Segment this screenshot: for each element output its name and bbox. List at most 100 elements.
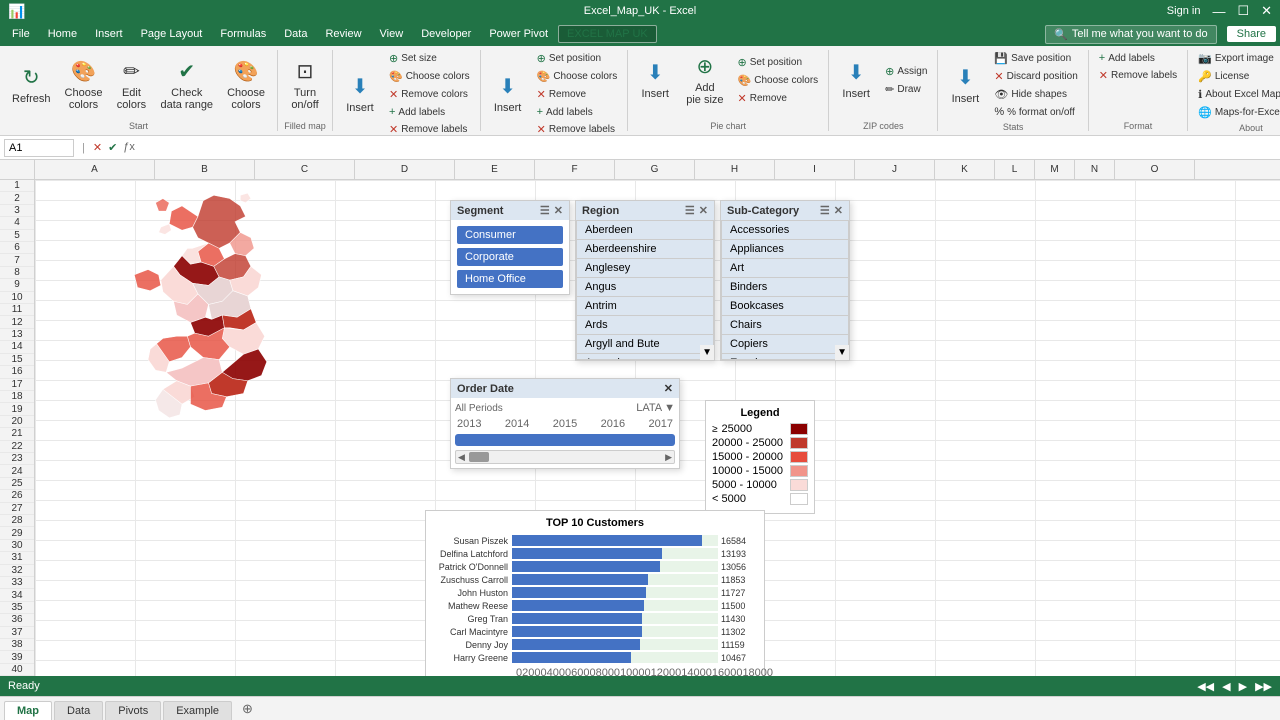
menu-formulas[interactable]: Formulas [212,26,274,42]
draw-zip-btn[interactable]: ✏ Draw [881,81,931,98]
scroll-last-sheet-icon[interactable]: ▶▶ [1255,680,1272,693]
insert-pie-button[interactable]: ⬇ Insert [634,50,676,110]
formula-input[interactable] [139,142,1276,154]
choose-colors-col-btn[interactable]: 🎨 Choose colors [533,68,622,85]
col-header-e[interactable]: E [455,160,535,179]
region-aberdeenshire[interactable]: Aberdeenshire [577,240,713,259]
insert-col-button[interactable]: ⬇ Insert [487,64,529,124]
subcat-envelopes[interactable]: Envelopes [722,354,848,360]
maximize-icon[interactable]: ☐ [1237,3,1249,19]
order-date-header[interactable]: Order Date ✕ [451,379,679,398]
col-header-j[interactable]: J [855,160,935,179]
row-22[interactable]: 22 [0,441,34,453]
row-34[interactable]: 34 [0,589,34,601]
row-5[interactable]: 5 [0,230,34,242]
subcat-chairs[interactable]: Chairs [722,316,848,335]
menu-insert[interactable]: Insert [87,26,131,42]
row-18[interactable]: 18 [0,391,34,403]
share-button[interactable]: Share [1227,26,1276,42]
menu-review[interactable]: Review [317,26,369,42]
subcategory-close-icon[interactable]: ✕ [834,204,843,217]
col-header-f[interactable]: F [535,160,615,179]
tell-me-box[interactable]: 🔍 Tell me what you want to do [1045,25,1216,44]
hide-shapes-btn[interactable]: 👁 Hide shapes [990,86,1081,103]
region-armagh[interactable]: Armagh [577,354,713,360]
region-anglesey[interactable]: Anglesey [577,259,713,278]
remove-col-btn[interactable]: ✕ Remove [533,86,622,103]
refresh-button[interactable]: ↻ Refresh [6,55,57,115]
choose-colors-bubble-btn[interactable]: 🎨 Choose colors [385,68,474,85]
row-17[interactable]: 17 [0,379,34,391]
menu-data[interactable]: Data [276,26,315,42]
tab-map[interactable]: Map [4,701,52,720]
region-argyll-bute[interactable]: Argyll and Bute [577,335,713,354]
row-32[interactable]: 32 [0,565,34,577]
remove-pie-btn[interactable]: ✕ Remove [734,90,823,107]
remove-labels-col-btn[interactable]: ✕ Remove labels [533,121,622,136]
row-21[interactable]: 21 [0,428,34,440]
row-27[interactable]: 27 [0,503,34,515]
row-11[interactable]: 11 [0,304,34,316]
scrollbar-thumb[interactable] [469,452,489,462]
insert-function-icon[interactable]: ƒx [123,141,135,154]
choose-colors-pie-btn[interactable]: 🎨 Choose colors [734,72,823,89]
col-header-l[interactable]: L [995,160,1035,179]
tab-data[interactable]: Data [54,701,103,720]
region-close-icon[interactable]: ✕ [699,204,708,217]
segment-home-office[interactable]: Home Office [457,270,563,288]
region-filter-icon[interactable]: ☰ [685,204,695,217]
row-1[interactable]: 1 [0,180,34,192]
row-36[interactable]: 36 [0,614,34,626]
row-6[interactable]: 6 [0,242,34,254]
row-9[interactable]: 9 [0,279,34,291]
date-scrollbar[interactable]: ◀ ▶ [455,450,675,464]
discard-pos-btn[interactable]: ✕ Discard position [990,68,1081,85]
confirm-formula-icon[interactable]: ✔ [108,141,117,154]
row-7[interactable]: 7 [0,254,34,266]
col-header-a[interactable]: A [35,160,155,179]
row-29[interactable]: 29 [0,527,34,539]
segment-panel-header[interactable]: Segment ☰ ✕ [451,201,569,220]
name-box[interactable] [4,139,74,157]
row-25[interactable]: 25 [0,478,34,490]
row-38[interactable]: 38 [0,639,34,651]
segment-consumer[interactable]: Consumer [457,226,563,244]
region-aberdeen[interactable]: Aberdeen [577,221,713,240]
sign-in[interactable]: Sign in [1167,5,1201,17]
row-4[interactable]: 4 [0,217,34,229]
save-pos-btn[interactable]: 💾 Save position [990,50,1081,67]
menu-page-layout[interactable]: Page Layout [133,26,211,42]
subcategory-filter-icon[interactable]: ☰ [820,204,830,217]
remove-labels-fmt-btn[interactable]: ✕ Remove labels [1095,67,1181,84]
row-39[interactable]: 39 [0,651,34,663]
row-16[interactable]: 16 [0,366,34,378]
row-31[interactable]: 31 [0,552,34,564]
row-35[interactable]: 35 [0,602,34,614]
row-33[interactable]: 33 [0,577,34,589]
menu-file[interactable]: File [4,26,38,42]
subcategory-panel-header[interactable]: Sub-Category ☰ ✕ [721,201,849,220]
segment-close-icon[interactable]: ✕ [554,204,563,217]
row-14[interactable]: 14 [0,341,34,353]
region-panel-header[interactable]: Region ☰ ✕ [576,201,714,220]
tab-example[interactable]: Example [163,701,232,720]
menu-developer[interactable]: Developer [413,26,479,42]
scroll-prev-sheet-icon[interactable]: ◀ [1222,680,1230,693]
scroll-left-icon[interactable]: ◀ [456,452,467,463]
row-30[interactable]: 30 [0,540,34,552]
col-header-k[interactable]: K [935,160,995,179]
set-size-button[interactable]: ⊕ Set size [385,50,474,67]
check-data-button[interactable]: ✔ Check data range [154,55,219,115]
choose-colors-2-button[interactable]: 🎨 Choose colors [221,55,271,115]
row-3[interactable]: 3 [0,205,34,217]
row-8[interactable]: 8 [0,267,34,279]
maps-for-excel-btn[interactable]: 🌐 Maps-for-Excel.com [1194,104,1280,121]
date-range-bar[interactable] [455,434,675,446]
subcat-bookcases[interactable]: Bookcases [722,297,848,316]
assign-zip-btn[interactable]: ⊕ Assign [881,63,931,80]
subcategory-scroll-down[interactable]: ▼ [835,345,849,360]
minimize-icon[interactable]: — [1212,4,1225,19]
row-40[interactable]: 40 [0,664,34,676]
about-excel-map-btn[interactable]: ℹ About Excel Map [1194,86,1280,103]
add-labels-fmt-btn[interactable]: + Add labels [1095,50,1181,66]
